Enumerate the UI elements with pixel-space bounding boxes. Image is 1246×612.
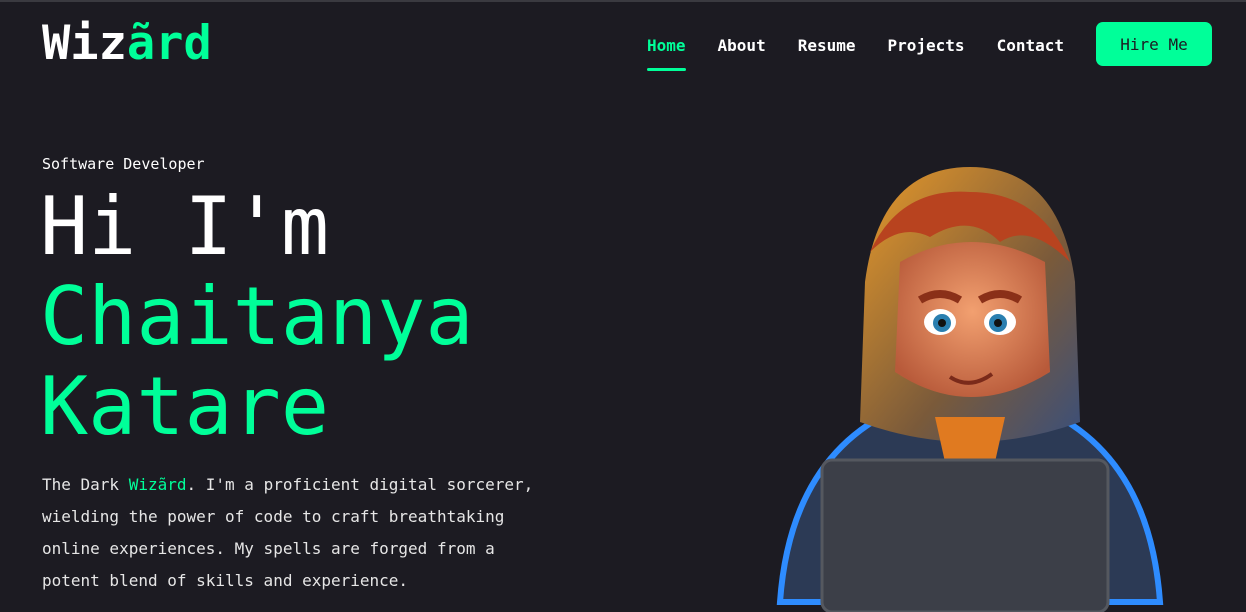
logo[interactable]: Wizãrd xyxy=(42,16,212,71)
nav-resume[interactable]: Resume xyxy=(798,36,856,63)
main-nav: Home About Resume Projects Contact Hire … xyxy=(647,22,1246,71)
logo-accent-text: ãrd xyxy=(126,16,212,71)
nav-about[interactable]: About xyxy=(718,36,766,63)
avatar-illustration-icon xyxy=(776,167,1164,612)
name-first: Chaitanya xyxy=(40,270,474,363)
nav-contact[interactable]: Contact xyxy=(997,36,1064,63)
name-last: Katare xyxy=(40,360,329,453)
hero-title: Hi I'm Chaitanya Katare xyxy=(40,182,473,452)
role-label: Software Developer xyxy=(42,155,205,173)
logo-text: Wiz xyxy=(42,16,127,71)
desc-highlight: Wizãrd xyxy=(128,475,187,494)
hero-description: The Dark Wizãrd. I'm a proficient digita… xyxy=(42,469,562,597)
nav-home[interactable]: Home xyxy=(647,36,686,71)
desc-text: The Dark xyxy=(42,475,129,494)
hire-me-button[interactable]: Hire Me xyxy=(1096,22,1212,66)
nav-projects[interactable]: Projects xyxy=(888,36,965,63)
greeting: Hi I'm xyxy=(40,180,329,273)
